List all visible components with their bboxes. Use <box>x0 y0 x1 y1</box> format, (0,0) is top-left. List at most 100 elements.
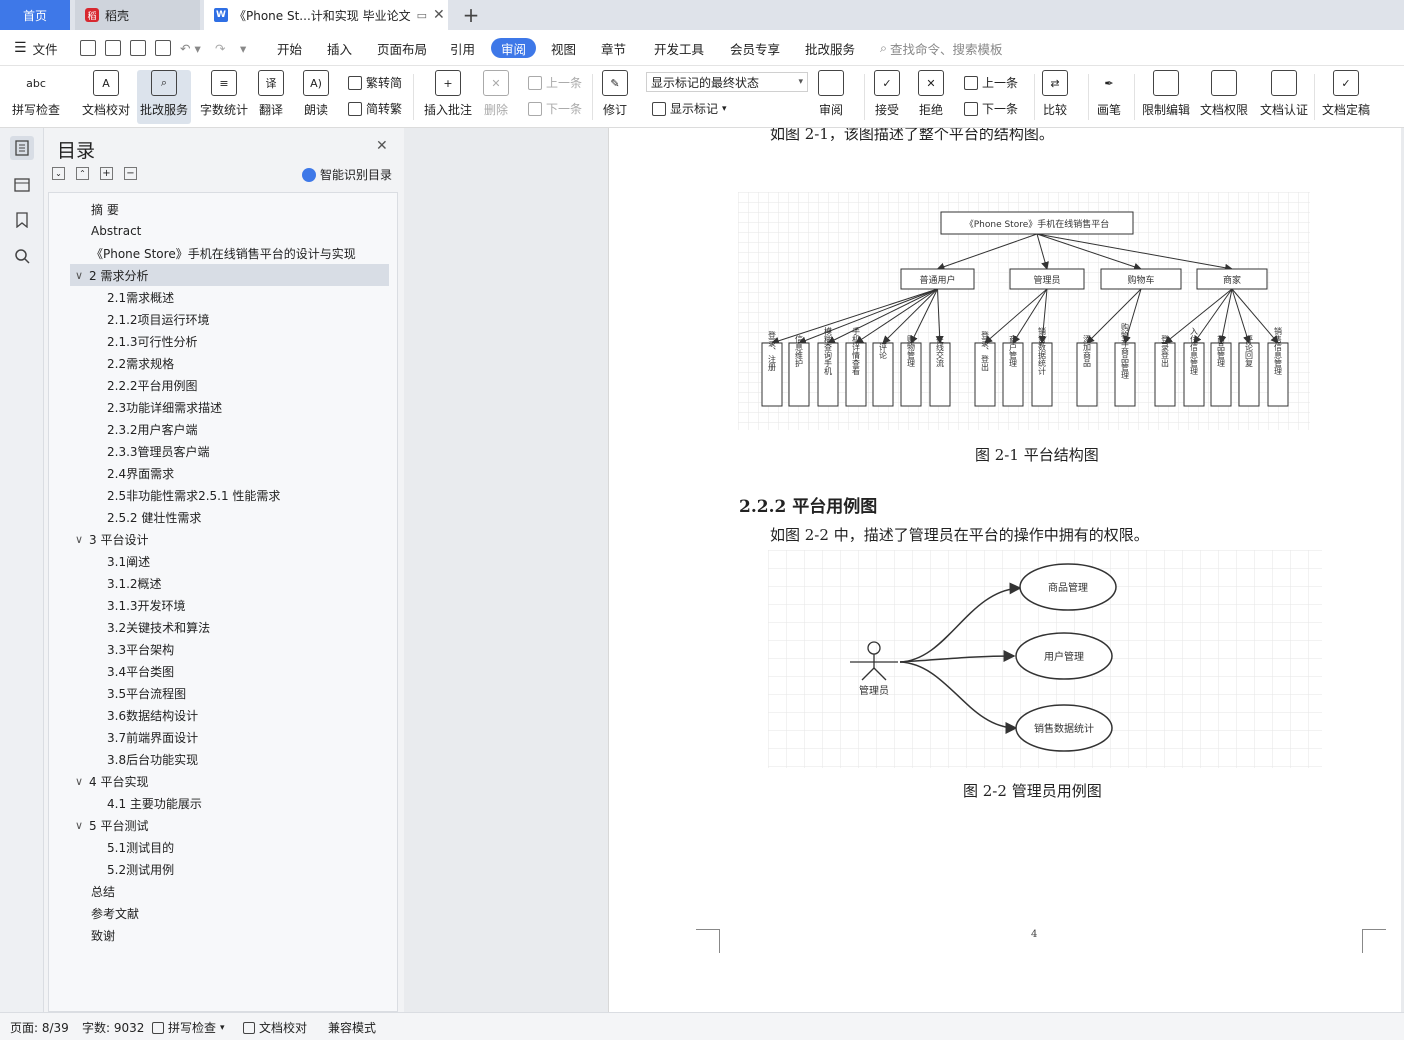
toc-item[interactable]: 2.1.2项目运行环境 <box>107 308 210 330</box>
toc-item[interactable]: 2.3.3管理员客户端 <box>107 440 210 462</box>
redo-icon[interactable]: ↷ <box>215 38 225 58</box>
show-markup-button[interactable]: 显示标记 ▾ <box>652 100 727 117</box>
chevron-down-icon[interactable]: ∨ <box>75 819 89 832</box>
menu-start[interactable]: 开始 <box>277 38 302 58</box>
export-pdf-icon[interactable] <box>105 40 121 56</box>
menu-view[interactable]: 视图 <box>551 38 576 58</box>
add-heading-icon[interactable]: + <box>100 167 113 180</box>
find-icon[interactable] <box>10 244 34 268</box>
menu-insert[interactable]: 插入 <box>327 38 352 58</box>
toc-item[interactable]: 3.5平台流程图 <box>107 682 186 704</box>
prev-change-button[interactable]: 上一条 <box>964 74 1018 91</box>
spell-check-button[interactable]: abc 拼写检查 <box>12 70 60 118</box>
toc-item[interactable]: 3.1.2概述 <box>107 572 162 594</box>
screen-icon[interactable]: ▭ <box>417 9 427 22</box>
review-pane-button[interactable]: 审阅 <box>818 70 844 118</box>
finalize-button[interactable]: ✓ 文档定稿 <box>1322 70 1370 118</box>
toc-item[interactable]: 3.4平台类图 <box>107 660 174 682</box>
word-count-button[interactable]: ≡ 字数统计 <box>200 70 248 118</box>
toc-item[interactable]: 3.8后台功能实现 <box>107 748 198 770</box>
quick-access-more-icon[interactable]: ▾ <box>240 38 246 58</box>
toc-item[interactable]: ∨ 5 平台测试 <box>75 814 148 836</box>
compare-button[interactable]: ⇄ 比较 <box>1042 70 1068 118</box>
insert-comment-button[interactable]: + 插入批注 <box>424 70 472 118</box>
chevron-down-icon[interactable]: ∨ <box>75 533 89 546</box>
toc-item[interactable]: 3.2关键技术和算法 <box>107 616 210 638</box>
toc-item[interactable]: 3.1.3开发环境 <box>107 594 186 616</box>
chevron-down-icon[interactable]: ∨ <box>75 775 89 788</box>
outline-icon[interactable] <box>10 172 34 196</box>
command-search[interactable]: ⌕ 查找命令、搜索模板 <box>880 38 1003 58</box>
tab-daoke[interactable]: 稻稻壳 <box>75 0 200 30</box>
toc-item[interactable]: 4.1 主要功能展示 <box>107 792 202 814</box>
save-icon[interactable] <box>80 40 96 56</box>
markup-state-dropdown[interactable]: 显示标记的最终状态 ▾ <box>646 72 808 92</box>
menu-chapter[interactable]: 章节 <box>601 38 626 58</box>
status-doc-proof[interactable]: 文档校对 <box>243 1019 307 1036</box>
toc-item[interactable]: 《Phone Store》手机在线销售平台的设计与实现 <box>91 242 356 264</box>
accept-button[interactable]: ✓ 接受 <box>874 70 900 118</box>
restrict-edit-button[interactable]: 限制编辑 <box>1142 70 1190 118</box>
menu-dev-tools[interactable]: 开发工具 <box>654 38 704 58</box>
page-indicator[interactable]: 页面: 8/39 <box>10 1019 69 1036</box>
doc-proof-button[interactable]: A 文档校对 <box>82 70 130 118</box>
simp-to-trad-button[interactable]: 简转繁 <box>348 100 402 117</box>
correction-service-button[interactable]: ⌕ 批改服务 <box>137 70 192 124</box>
toc-item[interactable]: Abstract <box>91 220 141 242</box>
bookmark-icon[interactable] <box>10 208 34 232</box>
menu-member[interactable]: 会员专享 <box>730 38 780 58</box>
toc-item[interactable]: 2.2.2平台用例图 <box>107 374 198 396</box>
prev-comment-button[interactable]: 上一条 <box>528 74 582 91</box>
chevron-down-icon[interactable]: ∨ <box>75 269 89 282</box>
close-toc-icon[interactable]: ✕ <box>376 138 388 154</box>
revise-button[interactable]: ✎ 修订 <box>602 70 628 118</box>
toc-item[interactable]: 3.6数据结构设计 <box>107 704 198 726</box>
menu-review[interactable]: 审阅 <box>491 38 537 58</box>
toc-item[interactable]: 2.1需求概述 <box>107 286 174 308</box>
toc-item[interactable]: 2.5.2 健壮性需求 <box>107 506 201 528</box>
read-aloud-button[interactable]: A) 朗读 <box>303 70 329 118</box>
menu-page-layout[interactable]: 页面布局 <box>377 38 427 58</box>
toc-item[interactable]: 3.3平台架构 <box>107 638 174 660</box>
toc-item[interactable]: ∨ 3 平台设计 <box>75 528 148 550</box>
undo-icon[interactable]: ↶ ▾ <box>180 38 201 58</box>
toc-item[interactable]: 总结 <box>91 880 115 902</box>
doc-certify-button[interactable]: 文档认证 <box>1260 70 1308 118</box>
remove-heading-icon[interactable]: − <box>124 167 137 180</box>
collapse-all-icon[interactable]: ⌄ <box>52 167 65 180</box>
add-tab-button[interactable]: + <box>458 0 484 30</box>
toc-item[interactable]: 2.3.2用户客户端 <box>107 418 198 440</box>
next-comment-button[interactable]: 下一条 <box>528 100 582 117</box>
menu-reference[interactable]: 引用 <box>450 38 475 58</box>
trad-to-simp-button[interactable]: 繁转简 <box>348 74 402 91</box>
toc-item[interactable]: 3.1阐述 <box>107 550 150 572</box>
smart-toc-button[interactable]: 智能识别目录 <box>302 166 392 183</box>
toc-item[interactable]: ∨ 4 平台实现 <box>75 770 148 792</box>
toc-item[interactable]: 摘 要 <box>91 198 119 220</box>
toc-item[interactable]: 2.3功能详细需求描述 <box>107 396 222 418</box>
toc-item[interactable]: 5.2测试用例 <box>107 858 174 880</box>
toc-item[interactable]: 3.7前端界面设计 <box>107 726 198 748</box>
pen-button[interactable]: ✒ 画笔 <box>1096 70 1122 118</box>
close-tab-icon[interactable]: ✕ <box>433 7 445 23</box>
translate-button[interactable]: 译翻译 <box>258 70 284 118</box>
toc-item[interactable]: 5.1测试目的 <box>107 836 174 858</box>
toc-item[interactable]: ∨ 2 需求分析 <box>75 264 148 286</box>
word-count-indicator[interactable]: 字数: 9032 <box>82 1019 144 1036</box>
toc-item[interactable]: 2.2需求规格 <box>107 352 174 374</box>
toc-item[interactable]: 2.1.3可行性分析 <box>107 330 198 352</box>
doc-permission-button[interactable]: 文档权限 <box>1200 70 1248 118</box>
tab-home[interactable]: 首页 <box>0 0 70 30</box>
toc-item[interactable]: 参考文献 <box>91 902 139 924</box>
menu-correction[interactable]: 批改服务 <box>805 38 855 58</box>
reject-button[interactable]: ✕ 拒绝 <box>918 70 944 118</box>
tab-document[interactable]: W 《Phone St...计和实现 毕业论文 ▭ ✕ <box>204 0 448 30</box>
next-change-button[interactable]: 下一条 <box>964 100 1018 117</box>
toc-panel-icon[interactable] <box>10 136 34 160</box>
print-preview-icon[interactable] <box>155 40 171 56</box>
delete-comment-button[interactable]: ✕ 删除 <box>483 70 509 118</box>
toc-item[interactable]: 2.5非功能性需求2.5.1 性能需求 <box>107 484 280 506</box>
toc-item[interactable]: 致谢 <box>91 924 115 946</box>
toc-item[interactable]: 2.4界面需求 <box>107 462 174 484</box>
print-icon[interactable] <box>130 40 146 56</box>
